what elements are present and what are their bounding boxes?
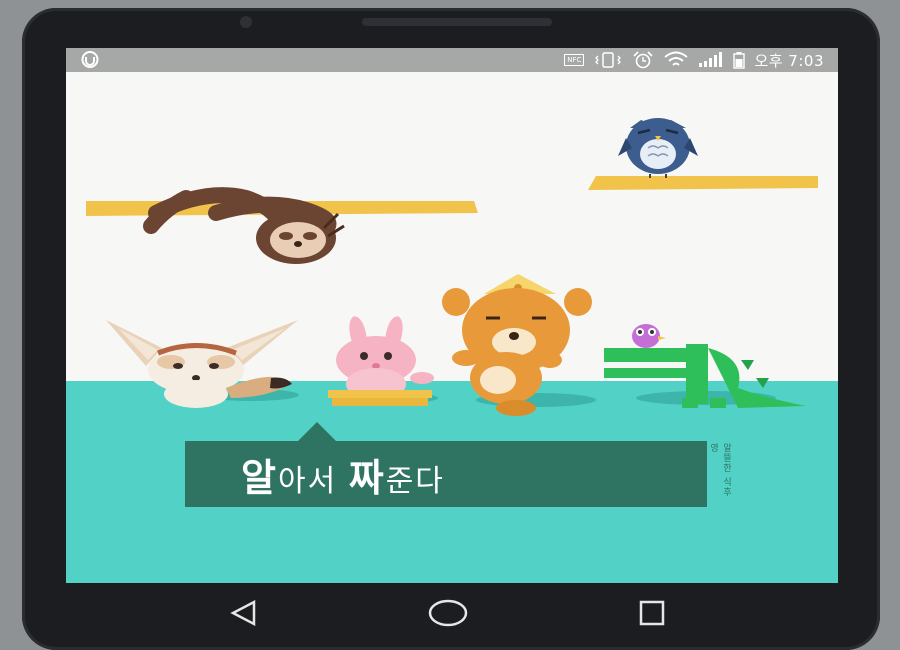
status-icons: NFC 오후 7:03 xyxy=(564,51,824,70)
u-plus-logo-icon xyxy=(81,51,99,68)
front-camera xyxy=(240,16,252,28)
home-icon xyxy=(428,599,468,627)
sloth-character xyxy=(143,187,345,264)
recents-button[interactable] xyxy=(632,593,672,633)
earpiece-speaker xyxy=(362,18,552,26)
screen: NFC 오후 7:03 알아서 짜준다 알뜰한 식후영 xyxy=(66,48,838,583)
brand-vertical-text: 알뜰한 식후영 xyxy=(708,443,731,497)
navigation-bar xyxy=(66,583,838,642)
alarm-icon xyxy=(633,51,654,69)
rabbit-character xyxy=(328,316,434,406)
vibrate-icon xyxy=(595,52,622,68)
tagline-banner: 알아서 짜준다 xyxy=(185,441,707,507)
owl-character xyxy=(618,118,698,178)
signal-icon xyxy=(699,52,723,67)
nfc-icon: NFC xyxy=(564,54,585,66)
recents-icon xyxy=(639,600,665,626)
tagline-text: 알아서 짜준다 xyxy=(241,455,445,500)
clock: 오후 7:03 xyxy=(754,51,824,70)
wifi-icon xyxy=(664,51,689,66)
speech-bubble-tail xyxy=(297,422,337,442)
back-button[interactable] xyxy=(224,593,264,633)
status-bar: NFC 오후 7:03 xyxy=(66,48,838,72)
home-button[interactable] xyxy=(428,593,468,633)
bird-character xyxy=(632,324,666,348)
battery-icon xyxy=(733,51,746,69)
back-icon xyxy=(230,600,256,626)
owl-shelf xyxy=(588,176,818,190)
